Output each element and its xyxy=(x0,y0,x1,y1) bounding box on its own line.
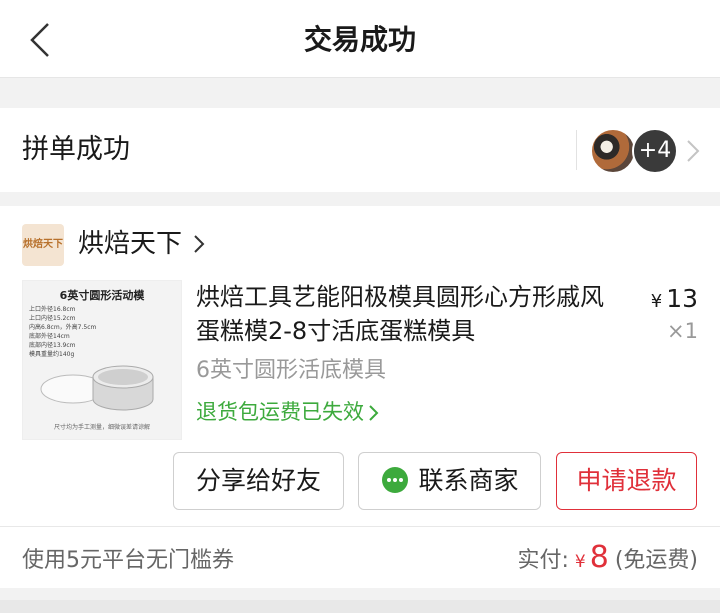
product-thumbnail[interactable]: 6英寸圆形活动模 上口外径16.8cm 上口内径15.2cm 内高6.8cm，外… xyxy=(22,280,182,440)
cake-pan-image xyxy=(40,365,154,411)
bottom-strip xyxy=(0,600,720,613)
currency-symbol: ¥ xyxy=(574,552,586,572)
member-avatar xyxy=(590,128,636,174)
amount-paid: 实付: ¥8 (免运费) xyxy=(517,538,698,582)
chevron-right-icon xyxy=(687,140,700,162)
order-card: 烘焙天下 烘焙天下 6英寸圆形活动模 上口外径16.8cm 上口内径15.2cm… xyxy=(0,206,720,588)
product-variant: 6英寸圆形活底模具 xyxy=(196,358,386,383)
refund-request-button[interactable]: 申请退款 xyxy=(556,452,697,510)
shipping-note: (免运费) xyxy=(614,548,698,573)
share-button[interactable]: 分享给好友 xyxy=(173,452,344,510)
chevron-right-icon xyxy=(194,235,205,253)
contact-seller-button[interactable]: 联系商家 xyxy=(358,452,541,510)
price-value: 13 xyxy=(666,284,698,313)
store-name-link[interactable]: 烘焙天下 xyxy=(78,222,182,266)
chat-icon xyxy=(382,467,409,493)
product-quantity: ×1 xyxy=(667,319,698,343)
paid-label: 实付: xyxy=(517,548,569,573)
group-buy-row[interactable]: 拼单成功 +4 xyxy=(0,108,720,192)
divider xyxy=(576,130,577,170)
top-bar: 交易成功 xyxy=(0,0,720,78)
product-title[interactable]: 烘焙工具艺能阳极模具圆形心方形戚风蛋糕模2-8寸活底蛋糕模具 xyxy=(196,280,626,348)
paid-amount: ¥8 xyxy=(569,540,609,575)
store-logo: 烘焙天下 xyxy=(22,224,64,266)
page-title: 交易成功 xyxy=(303,23,416,56)
product-price: ¥13 xyxy=(651,282,698,319)
divider xyxy=(0,526,720,527)
return-note-text: 退货包运费已失效 xyxy=(196,400,364,424)
currency-symbol: ¥ xyxy=(650,291,663,312)
coupon-info: 使用5元平台无门槛券 xyxy=(22,548,234,573)
chevron-right-icon xyxy=(369,405,379,421)
thumbnail-note: 尺寸均为手工测量，细微误差请谅解 xyxy=(53,424,150,431)
contact-label: 联系商家 xyxy=(418,466,519,495)
extra-members-badge: +4 xyxy=(632,128,678,174)
paid-value: 8 xyxy=(589,540,609,575)
group-buy-label: 拼单成功 xyxy=(22,134,130,165)
return-shipping-note[interactable]: 退货包运费已失效 xyxy=(196,396,380,428)
